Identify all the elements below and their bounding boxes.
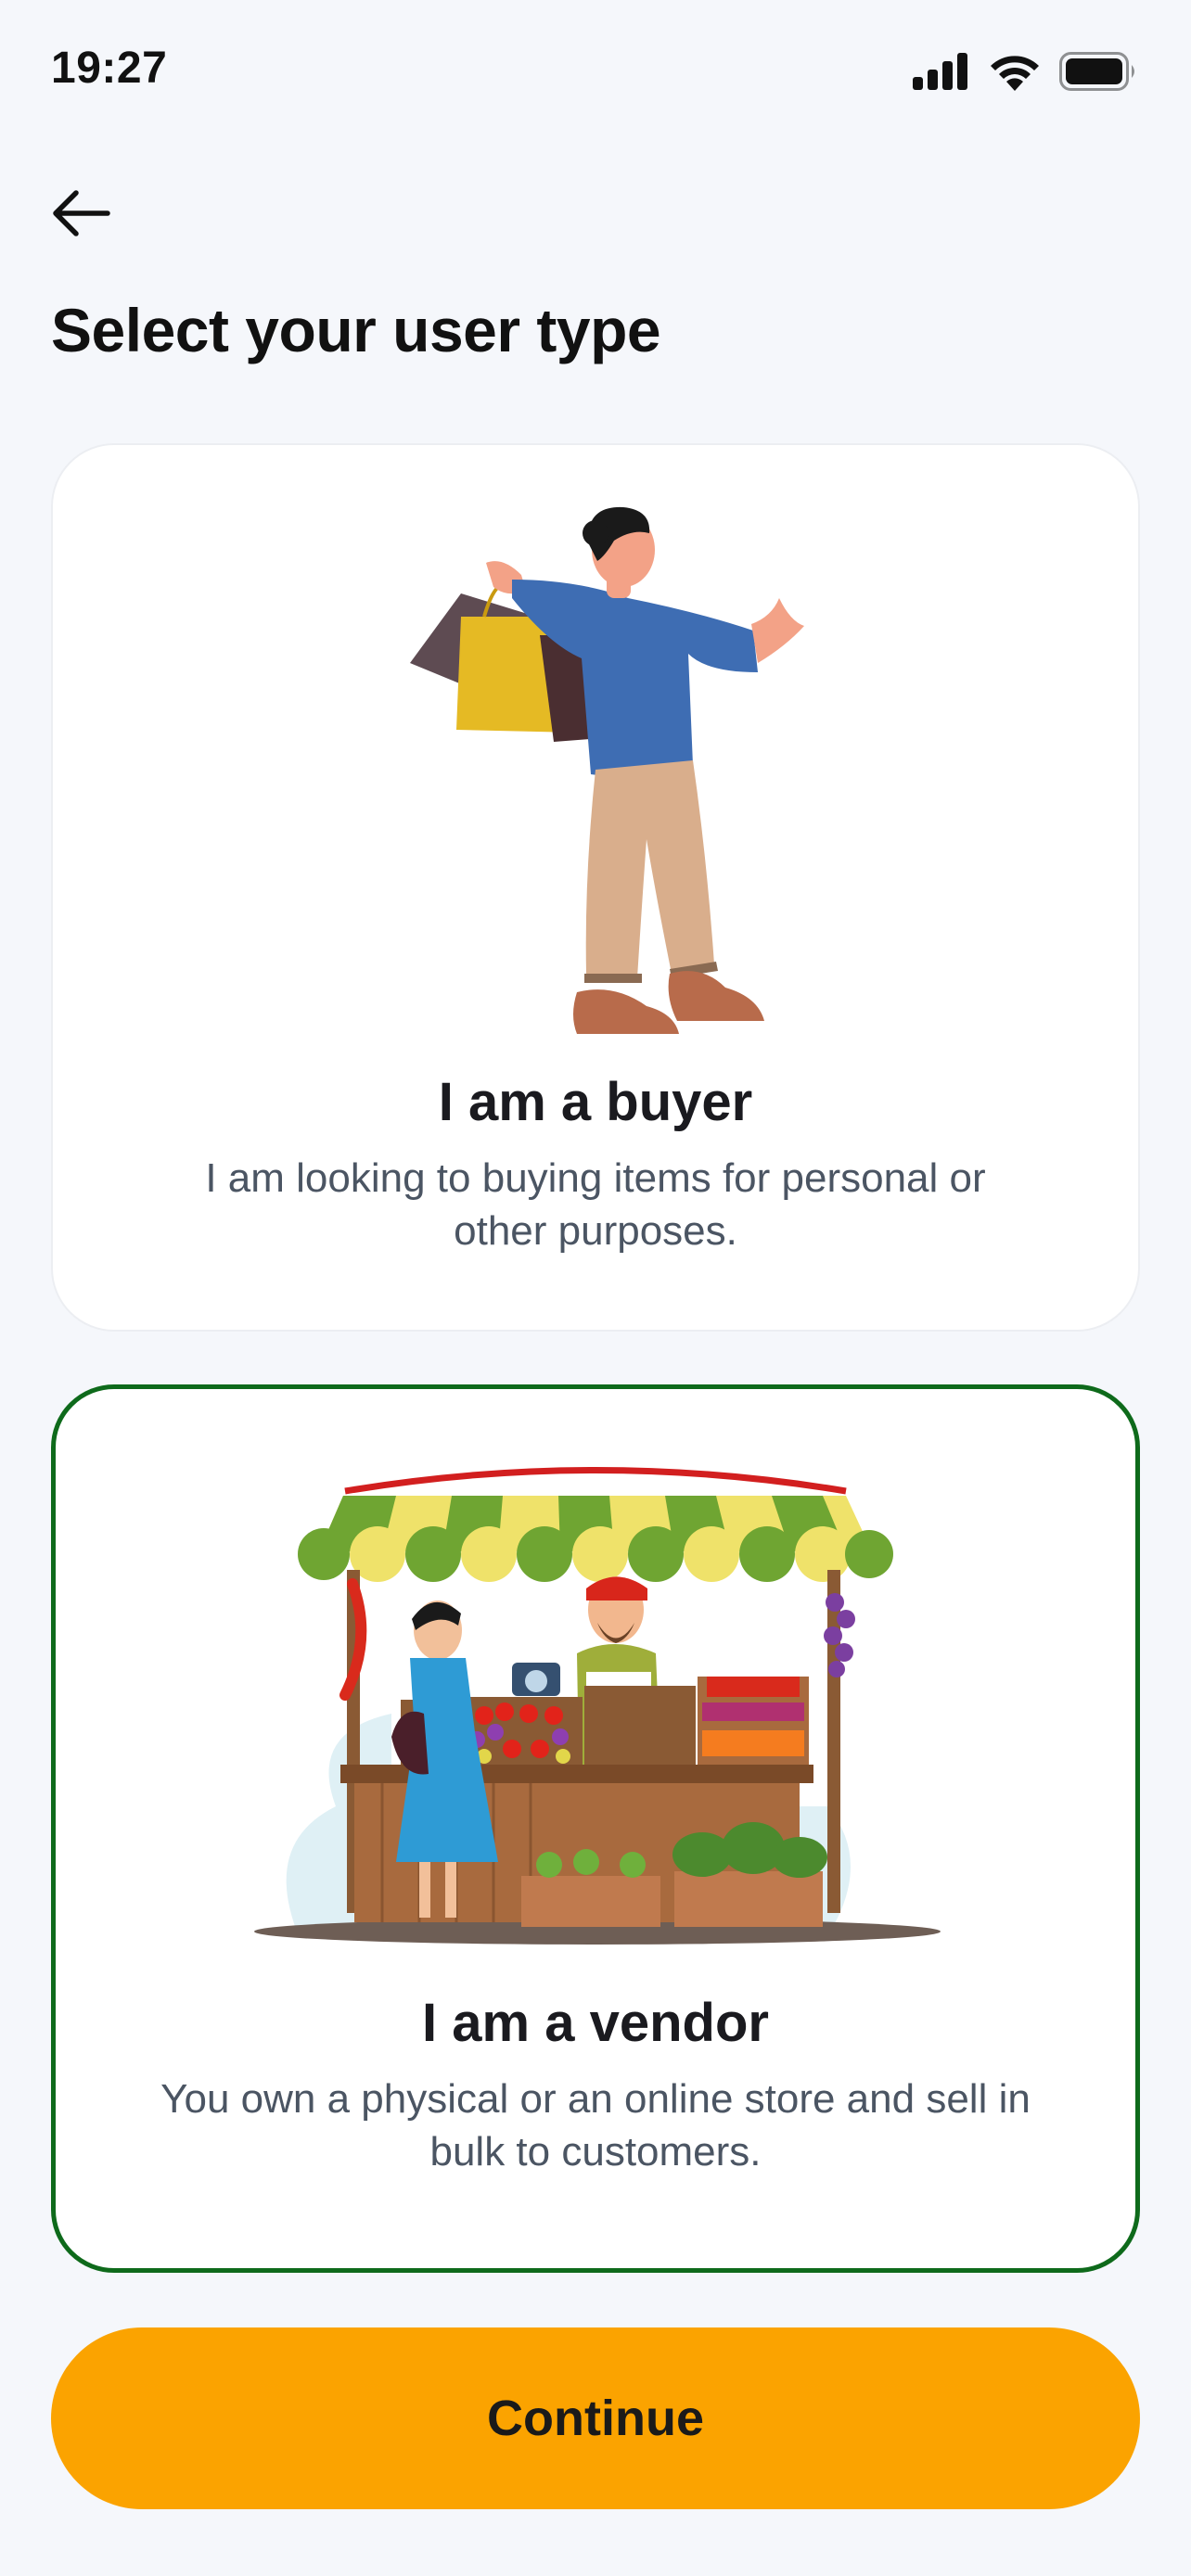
vendor-option-title: I am a vendor xyxy=(422,1993,769,2053)
arrow-left-icon xyxy=(53,190,110,236)
buyer-illustration xyxy=(410,506,804,1034)
status-bar: 19:27 xyxy=(0,0,1191,139)
continue-button[interactable]: Continue xyxy=(51,2327,1140,2509)
cellular-signal-icon xyxy=(913,53,967,90)
vendor-option-description: You own a physical or an online store an… xyxy=(160,2076,1031,2174)
back-button[interactable] xyxy=(48,185,132,260)
battery-icon xyxy=(1059,52,1134,91)
vendor-illustration xyxy=(254,1467,941,1945)
buyer-option-title: I am a buyer xyxy=(438,1072,753,1132)
buyer-option-card[interactable]: I am a buyer I am looking to buying item… xyxy=(51,443,1140,1332)
status-icons xyxy=(913,52,1137,91)
buyer-option-description: I am looking to buying items for persona… xyxy=(205,1155,986,1254)
wifi-icon xyxy=(991,56,1039,91)
vendor-option-card[interactable]: I am a vendor You own a physical or an o… xyxy=(51,1384,1140,2273)
page-title: Select your user type xyxy=(51,296,661,364)
status-time: 19:27 xyxy=(51,44,168,93)
